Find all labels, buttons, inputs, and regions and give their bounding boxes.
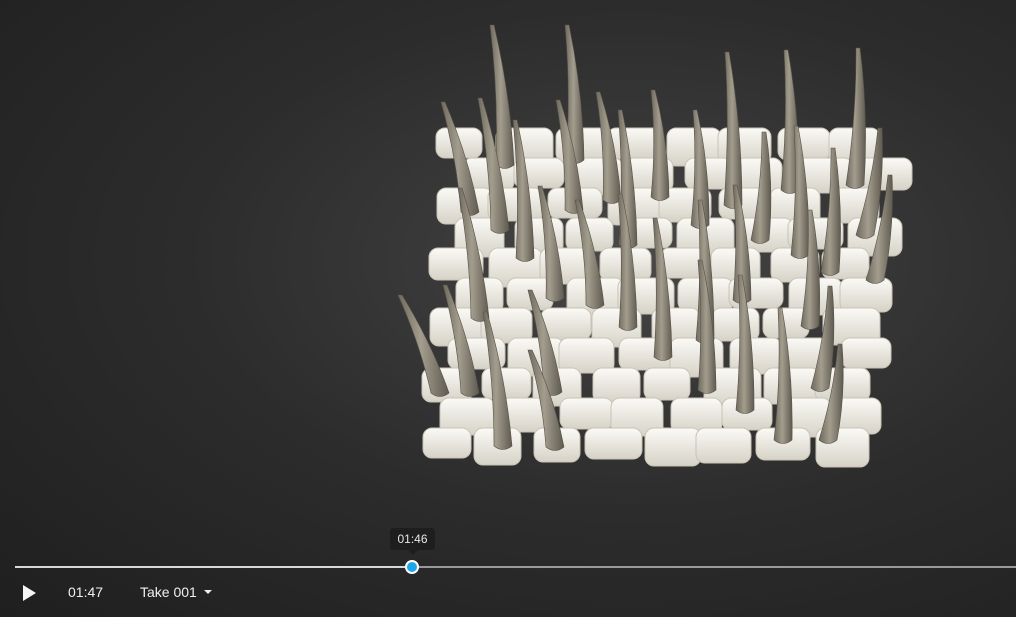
animation-controls: 01:47 Take 001 (0, 576, 1016, 608)
play-icon (23, 585, 36, 601)
current-time: 01:47 (68, 584, 104, 600)
scale-tile (559, 397, 614, 430)
scale-tile (839, 277, 893, 313)
timeline-hover-tooltip: 01:46 (390, 528, 435, 555)
scale-tile (644, 427, 702, 467)
timeline-progress (15, 566, 412, 568)
tooltip-time: 01:46 (397, 532, 428, 546)
timeline-scrubber-handle[interactable] (405, 560, 419, 574)
scale-tile (695, 427, 752, 464)
scale-tile (840, 337, 892, 369)
take-selector-dropdown[interactable]: Take 001 (140, 584, 212, 600)
scale-tile (684, 157, 733, 190)
scale-tile (711, 307, 760, 342)
caret-down-icon (203, 590, 212, 594)
3d-model-viewport[interactable] (0, 0, 1016, 617)
play-button[interactable] (20, 584, 38, 602)
scale-tile (422, 427, 472, 459)
hair-strand (650, 89, 670, 201)
scale-tile (481, 367, 532, 400)
animation-timeline[interactable] (15, 560, 1016, 574)
hair-strand (845, 47, 866, 189)
3d-viewer[interactable]: 01:46 01:47 Take 001 (0, 0, 1016, 617)
scale-tile (584, 427, 643, 460)
scale-tile (643, 367, 691, 401)
take-label: Take 001 (140, 584, 197, 600)
